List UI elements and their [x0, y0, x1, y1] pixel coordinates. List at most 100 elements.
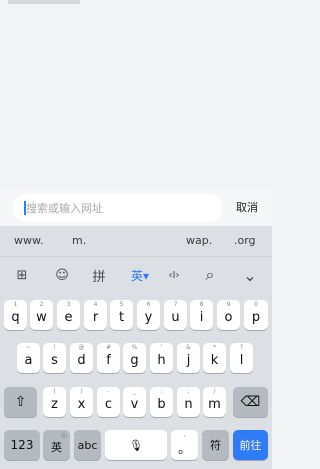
- key-a[interactable]: ~ a: [17, 343, 40, 373]
- key-r-sub: 4: [93, 301, 98, 308]
- key-p-main: p: [251, 309, 261, 325]
- search-input-wrap[interactable]: [12, 194, 222, 222]
- suggestion-org[interactable]: .org: [234, 234, 256, 247]
- collapse-keyboard-icon[interactable]: ⌄: [239, 265, 261, 285]
- shift-icon: ⇧: [14, 394, 27, 410]
- key-m-main: m: [208, 396, 221, 412]
- key-z-main: z: [51, 396, 58, 412]
- go-label: 前往: [239, 439, 262, 452]
- search-icon[interactable]: ⌕: [199, 265, 221, 285]
- key-q-sub: 1: [13, 301, 18, 308]
- symbol-label: 符: [210, 439, 221, 452]
- period-key[interactable]: ,。: [171, 430, 198, 460]
- key-f-sub: #: [105, 344, 112, 351]
- key-u[interactable]: 7u: [164, 300, 187, 330]
- key-o-sub: 9: [226, 301, 231, 308]
- pinyin-button[interactable]: 拼: [88, 265, 110, 285]
- key-v[interactable]: _ v: [123, 387, 146, 417]
- key-c-sub: -: [107, 388, 110, 395]
- shift-key[interactable]: ⇧: [4, 387, 37, 417]
- cancel-button[interactable]: 取消: [236, 199, 258, 215]
- key-t-sub: 5: [119, 301, 124, 308]
- search-input[interactable]: [26, 194, 216, 222]
- key-d-main: d: [77, 352, 86, 368]
- key-h-sub: ': [160, 344, 163, 351]
- key-k-main: k: [210, 352, 219, 368]
- key-l-main: l: [239, 352, 244, 368]
- key-y[interactable]: 6y: [137, 300, 160, 330]
- language-switch-key[interactable]: 中英: [43, 430, 70, 460]
- key-v-sub: _: [133, 388, 136, 395]
- suggestion-wap[interactable]: wap.: [186, 234, 212, 247]
- key-m[interactable]: / m: [203, 387, 226, 417]
- key-k[interactable]: * k: [203, 343, 226, 373]
- key-b[interactable]: :b: [150, 387, 173, 417]
- space-voice-key[interactable]: 🎙: [105, 430, 167, 460]
- key-o[interactable]: 9o: [217, 300, 240, 330]
- key-s-sub: !: [53, 344, 56, 351]
- key-a-sub: ~: [25, 344, 32, 351]
- key-n[interactable]: ; n: [177, 387, 200, 417]
- key-c[interactable]: -c: [97, 387, 120, 417]
- number-mode-key[interactable]: 123: [4, 430, 40, 460]
- microphone-icon: 🎙: [129, 438, 143, 452]
- web-content-area: [0, 0, 272, 190]
- key-f-main: f: [106, 352, 111, 368]
- key-x[interactable]: ) x: [70, 387, 93, 417]
- key-q[interactable]: 1q: [4, 300, 27, 330]
- suggestion-m[interactable]: m.: [72, 234, 86, 247]
- key-r[interactable]: 4r: [84, 300, 107, 330]
- key-g-sub: %: [131, 344, 138, 351]
- suggestion-www[interactable]: www.: [14, 234, 43, 247]
- delete-key[interactable]: ⌫: [233, 387, 268, 417]
- key-w-main: w: [36, 309, 47, 325]
- key-z[interactable]: (z: [43, 387, 66, 417]
- key-j-main: j: [186, 352, 191, 368]
- key-c-main: c: [104, 396, 113, 412]
- key-a-main: a: [24, 352, 33, 368]
- key-e-sub: 3: [66, 301, 71, 308]
- key-p[interactable]: 0p: [244, 300, 268, 330]
- key-w[interactable]: 2w: [30, 300, 53, 330]
- period-label: 。: [177, 441, 191, 457]
- key-v-main: v: [130, 396, 139, 412]
- key-h[interactable]: ' h: [150, 343, 173, 373]
- key-f[interactable]: # f: [97, 343, 120, 373]
- number-mode-label: 123: [10, 438, 34, 452]
- keyboard: 1q 2w 3e 4r 5t 6y 7u 8i 9o 0p ~ a ! s @ d #…: [0, 292, 272, 469]
- key-x-main: x: [77, 396, 86, 412]
- suggestion-row: www. m. wap. .org: [0, 226, 272, 256]
- key-d-sub: @: [78, 344, 85, 351]
- key-n-main: n: [184, 396, 193, 412]
- symbol-key[interactable]: 符: [202, 430, 229, 460]
- key-i[interactable]: 8i: [190, 300, 213, 330]
- key-d[interactable]: @ d: [70, 343, 93, 373]
- key-y-sub: 6: [146, 301, 151, 308]
- key-u-sub: 7: [173, 301, 178, 308]
- key-e[interactable]: 3e: [57, 300, 80, 330]
- delete-icon: ⌫: [240, 394, 261, 410]
- abc-label: abc: [77, 438, 98, 452]
- key-s[interactable]: ! s: [43, 343, 66, 373]
- go-key[interactable]: 前往: [233, 430, 268, 460]
- emoji-icon[interactable]: ☺: [51, 265, 73, 285]
- search-bar: 取消: [0, 190, 272, 226]
- key-e-main: e: [64, 309, 73, 325]
- key-g[interactable]: % g: [123, 343, 146, 373]
- key-g-main: g: [130, 352, 139, 368]
- key-t[interactable]: 5t: [110, 300, 133, 330]
- abc-key[interactable]: abc: [74, 430, 101, 460]
- key-j[interactable]: & j: [177, 343, 200, 373]
- key-q-main: q: [11, 309, 20, 325]
- key-l-sub: ?: [239, 344, 244, 351]
- cursor-move-icon[interactable]: ‹I›: [161, 265, 187, 285]
- language-switch-label: 英: [51, 441, 62, 454]
- key-s-main: s: [51, 352, 58, 368]
- english-mode-button[interactable]: 英▾: [127, 265, 153, 285]
- key-p-sub: 0: [254, 301, 258, 308]
- grid-icon[interactable]: ⊞: [11, 265, 33, 285]
- key-j-sub: &: [186, 344, 191, 351]
- key-k-sub: *: [213, 344, 216, 351]
- key-l[interactable]: ? l: [230, 343, 253, 373]
- key-i-main: i: [199, 309, 204, 325]
